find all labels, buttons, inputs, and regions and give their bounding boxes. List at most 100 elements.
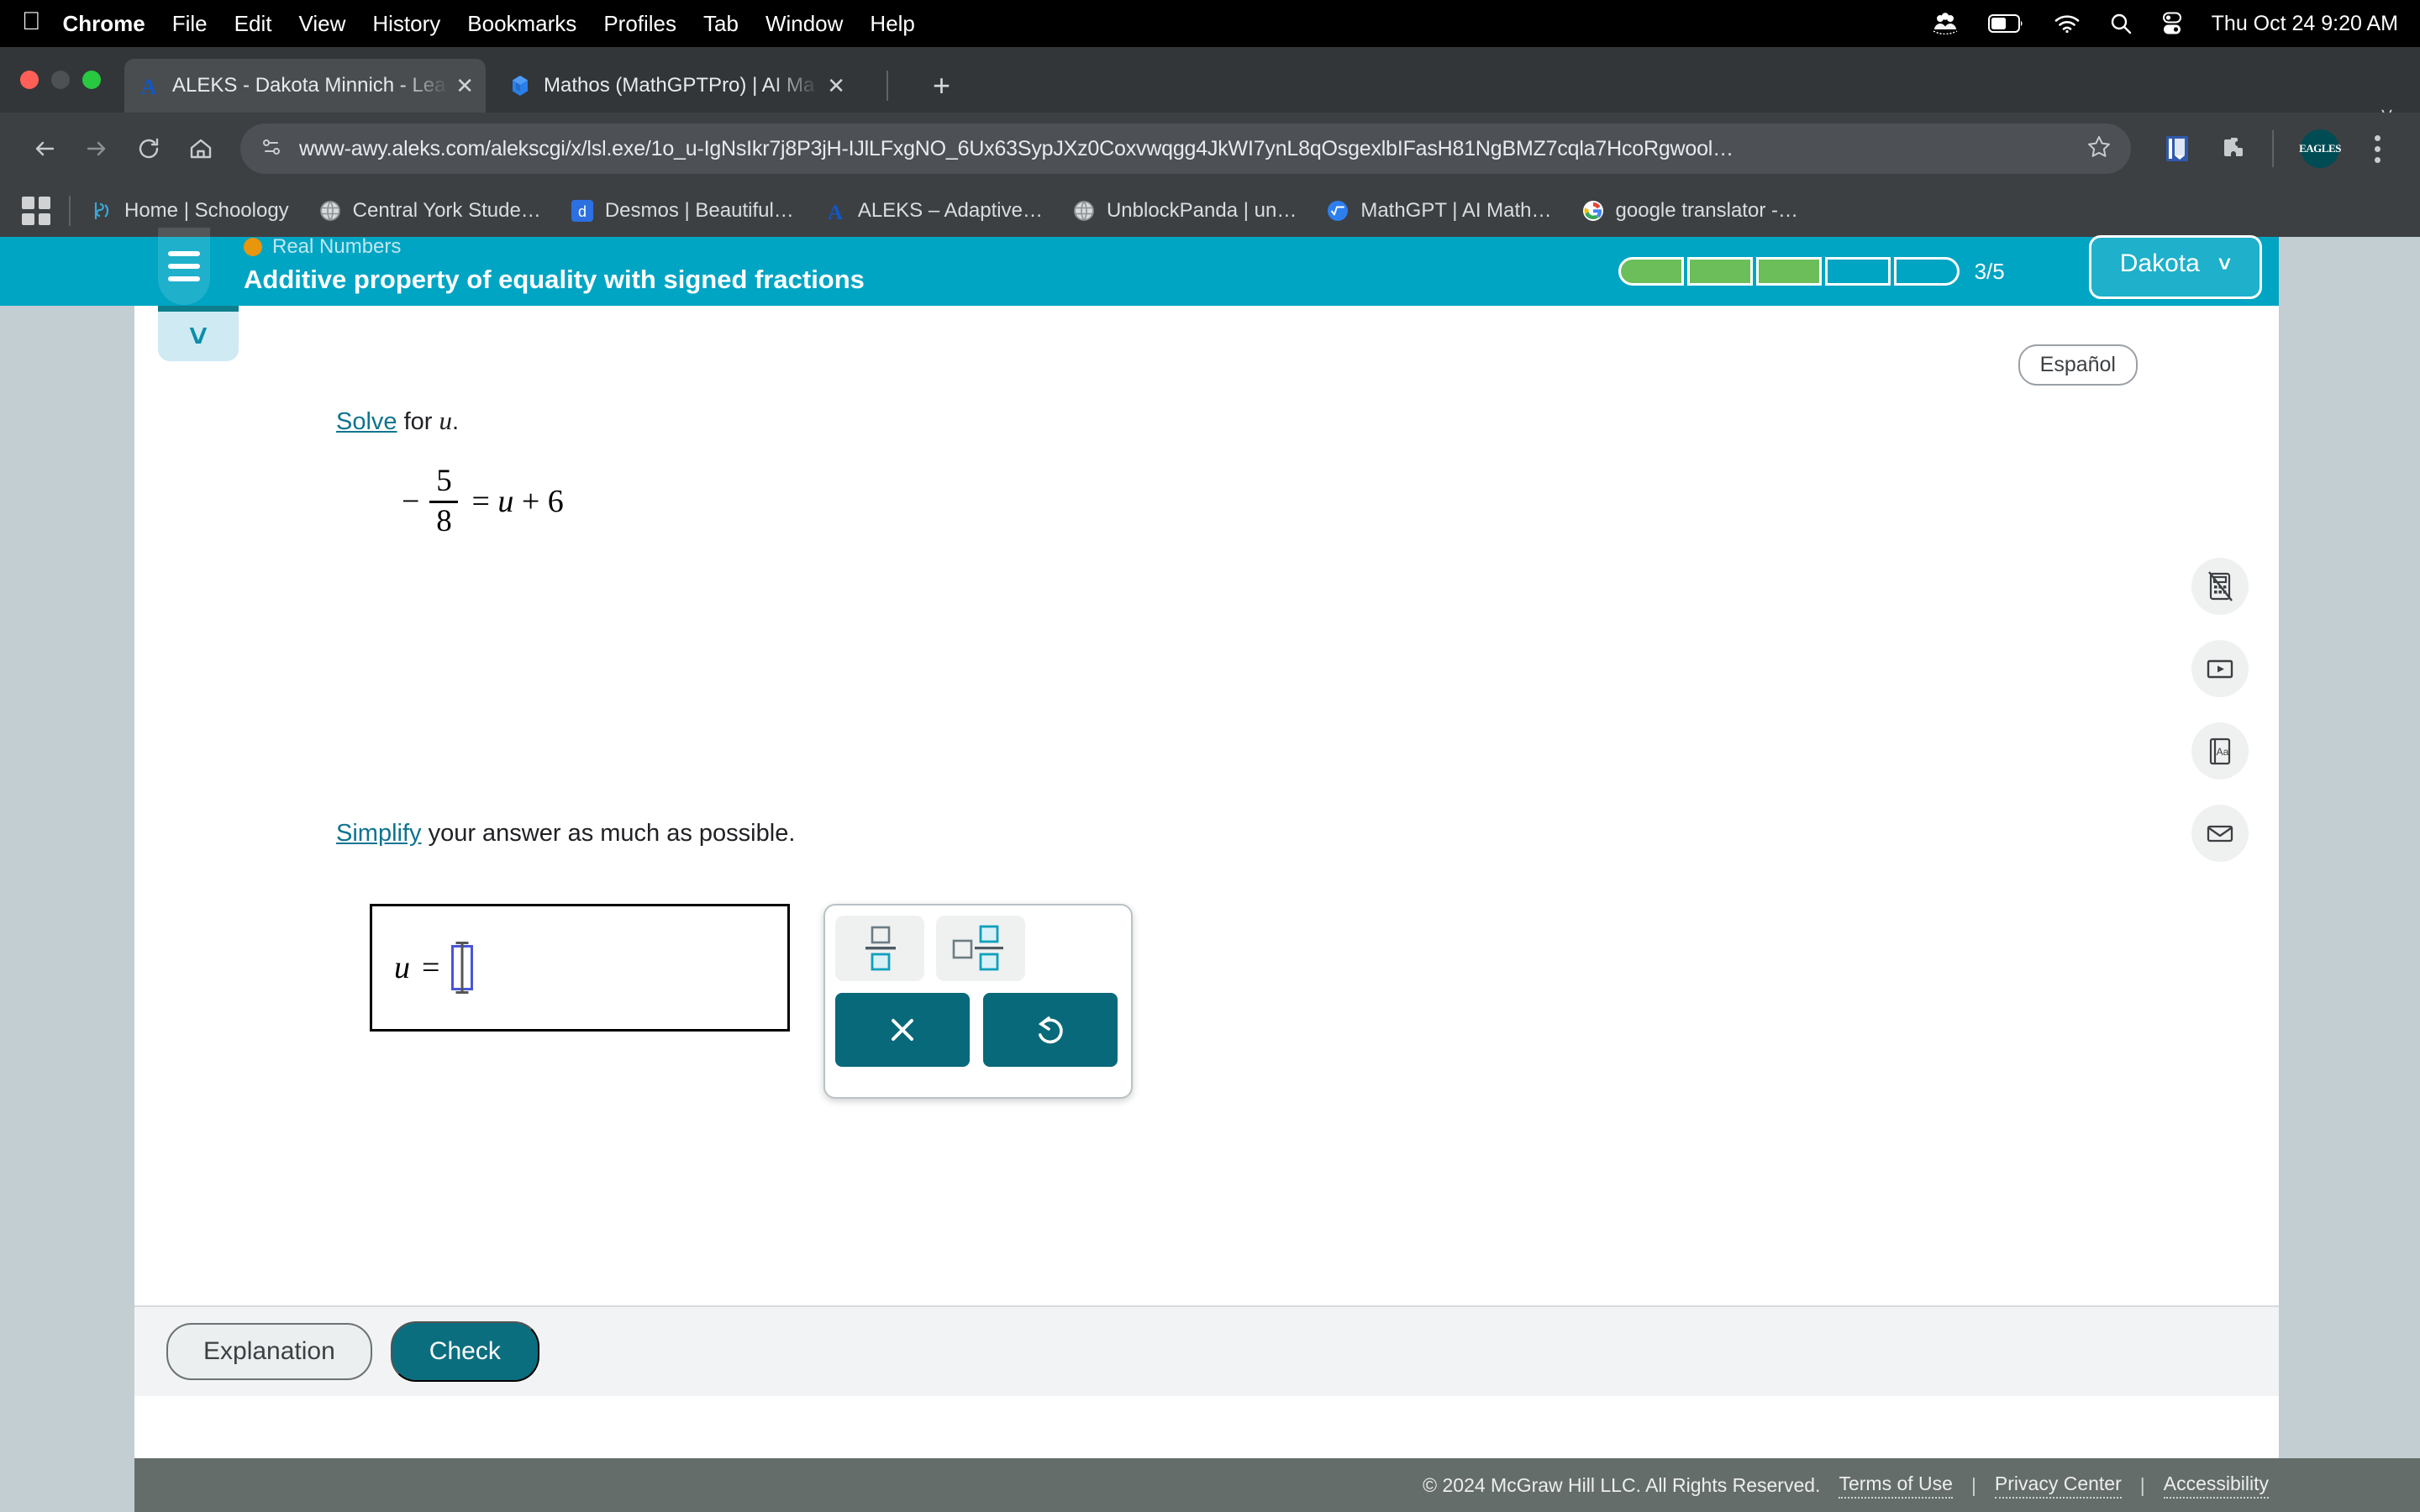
language-toggle-button[interactable]: Español [2018, 344, 2138, 386]
menu-item-help[interactable]: Help [870, 11, 914, 37]
svg-text:Aa: Aa [2217, 746, 2229, 758]
progress-bar: 3/5 [1618, 257, 2005, 286]
solve-glossary-link[interactable]: Solve [336, 408, 397, 435]
bookmark-desmos[interactable]: d Desmos | Beautiful… [570, 198, 794, 223]
undo-button[interactable] [983, 993, 1118, 1067]
bookmark-google-translator[interactable]: google translator -… [1581, 198, 1798, 223]
bookmarks-divider [69, 196, 71, 226]
browser-tab-strip: A ALEKS - Dakota Minnich - Lea ✕ Mathos … [0, 47, 2420, 128]
page-title: Additive property of equality with signe… [244, 264, 865, 294]
address-bar-url[interactable]: www-awy.aleks.com/alekscgi/x/lsl.exe/1o_… [299, 137, 2086, 161]
star-icon[interactable] [2086, 134, 2112, 165]
user-name: Dakota [2119, 249, 2200, 277]
home-icon[interactable] [175, 123, 227, 175]
clear-button[interactable] [835, 993, 970, 1067]
address-bar[interactable]: www-awy.aleks.com/alekscgi/x/lsl.exe/1o_… [240, 123, 2131, 174]
bookmark-central-york[interactable]: Central York Stude… [318, 198, 541, 223]
chrome-menu-icon[interactable] [2353, 124, 2402, 173]
tab-close-icon[interactable]: ✕ [455, 73, 474, 99]
menu-item-view[interactable]: View [298, 11, 345, 37]
extensions-icon[interactable] [2210, 124, 2259, 173]
bookmark-aleks[interactable]: A ALEKS – Adaptive… [823, 198, 1043, 223]
bookmark-mathgpt[interactable]: MathGPT | AI Math… [1325, 198, 1552, 223]
equation-right-side: = u + 6 [471, 484, 564, 520]
privacy-center-link[interactable]: Privacy Center [1994, 1473, 2122, 1499]
bookmark-label: ALEKS – Adaptive… [857, 199, 1043, 222]
forward-arrow-icon[interactable] [71, 123, 123, 175]
hamburger-menu-icon[interactable] [158, 228, 210, 305]
calculator-disabled-icon[interactable] [2191, 558, 2249, 615]
reload-icon[interactable] [123, 123, 175, 175]
menu-item-window[interactable]: Window [765, 11, 843, 37]
answer-input-box[interactable]: u = [370, 904, 790, 1032]
progress-segment [1686, 257, 1753, 286]
bookmark-label: UnblockPanda | un… [1106, 199, 1297, 222]
battery-icon[interactable] [1987, 13, 2025, 34]
browser-tab-aleks[interactable]: A ALEKS - Dakota Minnich - Lea ✕ [124, 59, 486, 113]
menu-item-bookmarks[interactable]: Bookmarks [467, 11, 576, 37]
close-window-button[interactable] [20, 71, 39, 89]
answer-input-slot[interactable] [451, 942, 474, 994]
bookmark-label: Home | Schoology [124, 199, 289, 222]
search-icon[interactable] [2109, 12, 2133, 35]
globe-icon [1071, 198, 1097, 223]
svg-text:A: A [828, 202, 843, 222]
collapse-panel-button[interactable]: ˅ [158, 306, 239, 361]
exercise-action-bar: Explanation Check [134, 1305, 2279, 1396]
simplify-glossary-link[interactable]: Simplify [336, 820, 422, 847]
prompt-variable: u [439, 406, 453, 435]
new-tab-button[interactable]: + [933, 71, 950, 101]
profile-avatar[interactable]: EAGLES [2296, 124, 2344, 173]
svg-text:d: d [578, 203, 587, 220]
breadcrumb: Real Numbers [244, 237, 865, 257]
mixed-number-button[interactable] [936, 916, 1025, 981]
control-center-icon[interactable] [2161, 12, 2183, 35]
apple-icon[interactable]:  [22, 9, 41, 34]
equation-sign: − [402, 484, 420, 520]
reading-list-icon[interactable] [2153, 124, 2202, 173]
wifi-icon[interactable] [2054, 13, 2081, 34]
explanation-button[interactable]: Explanation [166, 1323, 372, 1380]
users-group-icon[interactable] [1931, 13, 1960, 34]
menu-item-history[interactable]: History [372, 11, 440, 37]
aleks-header: Real Numbers Additive property of equali… [0, 228, 2279, 306]
progress-segment [1893, 257, 1960, 286]
simplify-rest: your answer as much as possible. [421, 820, 796, 847]
browser-toolbar: www-awy.aleks.com/alekscgi/x/lsl.exe/1o_… [0, 113, 2420, 185]
simplify-instruction: Simplify your answer as much as possible… [336, 820, 795, 848]
menu-item-file[interactable]: File [172, 11, 208, 37]
site-settings-icon[interactable] [259, 134, 284, 164]
fraction-button[interactable] [835, 916, 924, 981]
fraction-denominator: 8 [436, 503, 452, 538]
footer-left-gap [0, 1458, 134, 1512]
menu-item-edit[interactable]: Edit [234, 11, 272, 37]
progress-segment [1755, 257, 1822, 286]
video-player-icon[interactable] [2191, 640, 2249, 697]
globe-icon [318, 198, 343, 223]
menu-item-profiles[interactable]: Profiles [603, 11, 676, 37]
terms-of-use-link[interactable]: Terms of Use [1839, 1473, 1953, 1499]
bookmark-unblockpanda[interactable]: UnblockPanda | un… [1071, 198, 1297, 223]
accessibility-link[interactable]: Accessibility [2163, 1473, 2269, 1499]
menu-bar-clock[interactable]: Thu Oct 24 9:20 AM [2212, 12, 2398, 36]
fraction-bar [429, 500, 459, 503]
chevron-down-icon: ˅ [188, 318, 208, 354]
copyright-text: © 2024 McGraw Hill LLC. All Rights Reser… [1423, 1473, 1821, 1496]
bookmark-label: google translator -… [1615, 199, 1798, 222]
back-arrow-icon[interactable] [18, 123, 71, 175]
desmos-icon: d [570, 198, 595, 223]
dictionary-icon[interactable]: Aa [2191, 722, 2249, 780]
minimize-window-button[interactable] [51, 71, 70, 89]
maximize-window-button[interactable] [82, 71, 101, 89]
user-menu-button[interactable]: Dakota ˅ [2088, 235, 2262, 299]
tab-divider [886, 71, 888, 101]
menu-item-tab[interactable]: Tab [703, 11, 739, 37]
tab-close-icon[interactable]: ✕ [827, 73, 845, 99]
check-button[interactable]: Check [390, 1321, 539, 1382]
browser-tab-mathos[interactable]: Mathos (MathGPTPro) | AI Ma ✕ [496, 59, 857, 113]
mail-icon[interactable] [2191, 805, 2249, 862]
page-viewport: Real Numbers Additive property of equali… [0, 228, 2420, 1512]
bookmark-schoology[interactable]: Home | Schoology [89, 198, 289, 223]
menu-item-chrome[interactable]: Chrome [63, 11, 145, 37]
apps-grid-icon[interactable] [22, 197, 50, 225]
